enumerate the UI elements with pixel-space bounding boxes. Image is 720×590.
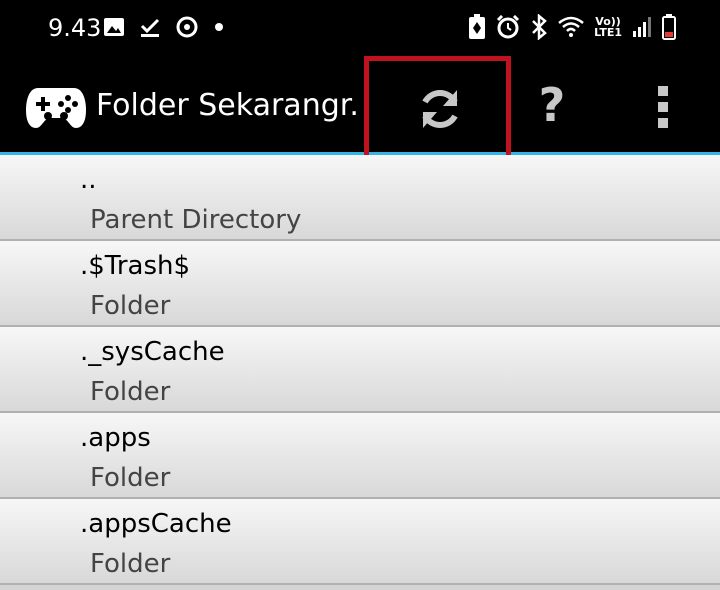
alarm-icon	[496, 15, 520, 39]
status-right-icons: Vo)) LTE1	[468, 14, 676, 40]
overflow-dot	[658, 102, 668, 112]
lte-label: LTE1	[594, 26, 622, 39]
battery-saver-icon	[468, 14, 486, 40]
signal-icon	[632, 16, 652, 38]
file-type: Folder	[90, 291, 171, 321]
status-bar: 9.43 Vo)) LTE1	[0, 0, 720, 60]
wifi-calling-icon	[558, 16, 584, 38]
file-name: .appsCache	[80, 509, 232, 539]
list-item-trash[interactable]: .$Trash$ Folder	[0, 241, 720, 327]
file-type: Folder	[90, 377, 171, 407]
file-list: .. Parent Directory .$Trash$ Folder ._sy…	[0, 155, 720, 585]
bluetooth-icon	[530, 14, 548, 40]
overflow-dot	[658, 86, 668, 96]
list-item-parent-directory[interactable]: .. Parent Directory	[0, 155, 720, 241]
overflow-dot	[658, 118, 668, 128]
list-item-appscache[interactable]: .appsCache Folder	[0, 499, 720, 585]
list-item-syscache[interactable]: ._sysCache Folder	[0, 327, 720, 413]
file-type: Parent Directory	[90, 205, 302, 235]
volte-icon: Vo)) LTE1	[594, 16, 622, 38]
refresh-button[interactable]	[364, 56, 511, 171]
help-button[interactable]: ?	[530, 78, 574, 138]
file-name: .$Trash$	[80, 251, 191, 281]
file-name: ..	[80, 165, 97, 195]
app-title: Folder Sekarangr...	[96, 88, 362, 123]
file-type: Folder	[90, 549, 171, 579]
status-time: 9.43	[48, 14, 102, 42]
file-name: .apps	[80, 423, 151, 453]
download-done-icon	[139, 16, 161, 38]
sync-icon	[175, 15, 199, 39]
dot-icon	[213, 21, 225, 33]
list-item-apps[interactable]: .apps Folder	[0, 413, 720, 499]
image-icon	[103, 16, 125, 38]
gamepad-icon	[24, 84, 88, 135]
status-left-icons	[103, 15, 225, 39]
overflow-menu-button[interactable]	[650, 86, 676, 130]
file-name: ._sysCache	[80, 337, 225, 367]
file-type: Folder	[90, 463, 171, 493]
battery-icon	[662, 14, 676, 40]
